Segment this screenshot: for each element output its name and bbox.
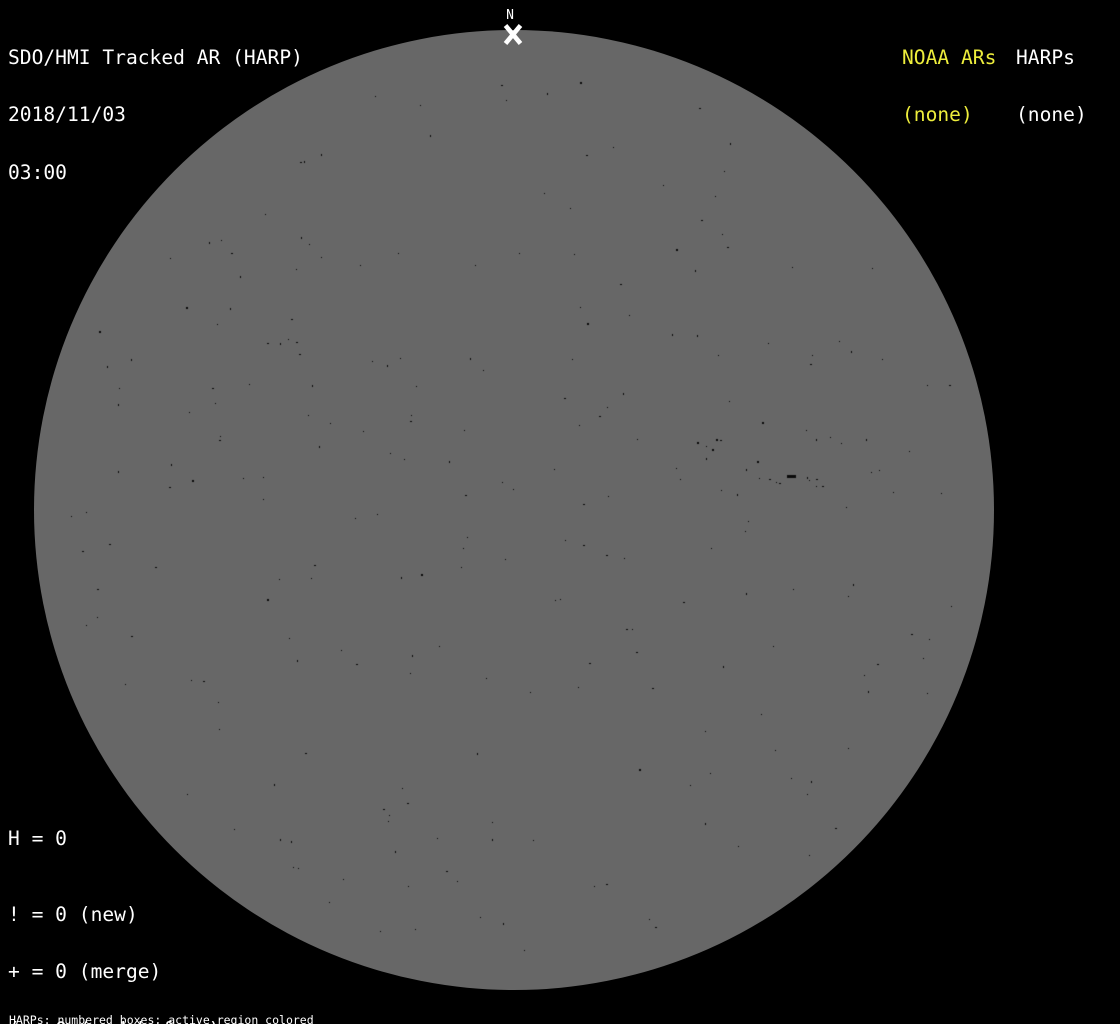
north-cross-icon [503,23,523,46]
plot-title: SDO/HMI Tracked AR (HARP) [8,48,303,67]
caption-harps-note: HARPs: numbered boxes; active region col… [9,1014,411,1024]
harps-status: HARPs (none) [1016,9,1087,163]
plot-time: 03:00 [8,163,303,182]
caption-block: HARPs: numbered boxes; active region col… [9,990,411,1024]
noaa-ars-status: NOAA ARs (none) [902,9,996,163]
harps-value: (none) [1016,105,1087,124]
legend-merge: + = 0 (merge) [8,962,232,981]
noaa-ars-value: (none) [902,105,996,124]
harp-tracking-plot: SDO/HMI Tracked AR (HARP) 2018/11/03 03:… [0,0,1120,1024]
header-block: SDO/HMI Tracked AR (HARP) 2018/11/03 03:… [8,9,303,221]
harp-count: H = 0 [8,829,67,848]
legend-new: ! = 0 (new) [8,905,232,924]
noaa-ars-label: NOAA ARs [902,48,996,67]
harps-label: HARPs [1016,48,1087,67]
plot-date: 2018/11/03 [8,105,303,124]
north-label: N [497,9,523,22]
